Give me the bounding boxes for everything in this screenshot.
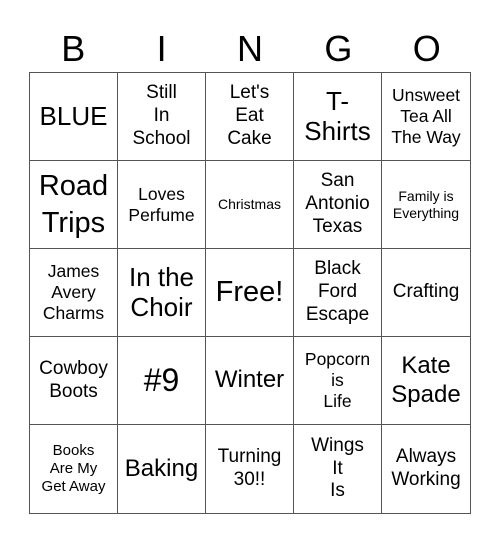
header-letter-n: N	[236, 28, 263, 69]
bingo-cell[interactable]: Winter	[206, 337, 294, 425]
cell-text: Crafting	[392, 281, 460, 303]
bingo-cell[interactable]: Turning 30!!	[206, 425, 294, 513]
cell-text: Road Trips	[38, 170, 109, 239]
cell-text: Let's Eat Cake	[227, 82, 272, 149]
bingo-cell[interactable]: Always Working	[382, 425, 470, 513]
header-letter-o: O	[412, 28, 441, 69]
bingo-cell[interactable]: Road Trips	[30, 161, 118, 249]
cell-text: Still In School	[132, 82, 191, 149]
cell-text: Free!	[215, 276, 284, 309]
cell-text: Cowboy Boots	[39, 357, 108, 402]
bingo-cell[interactable]: Black Ford Escape	[294, 249, 382, 337]
cell-text: Always Working	[391, 446, 461, 490]
cell-text: Popcorn is Life	[304, 349, 371, 411]
bingo-cell[interactable]: Let's Eat Cake	[206, 73, 294, 161]
bingo-cell[interactable]: Unsweet Tea All The Way	[382, 73, 470, 161]
cell-text: Christmas	[217, 196, 281, 213]
cell-text: BLUE	[39, 100, 108, 131]
free-space[interactable]: Free!	[206, 249, 294, 337]
bingo-cell[interactable]: Kate Spade	[382, 337, 470, 425]
header-letter-g: G	[324, 28, 353, 69]
bingo-cell[interactable]: Christmas	[206, 161, 294, 249]
bingo-cell[interactable]: Baking	[118, 425, 206, 513]
bingo-cell[interactable]: Popcorn is Life	[294, 337, 382, 425]
bingo-cell[interactable]: Still In School	[118, 73, 206, 161]
header-letter-b: B	[61, 28, 86, 69]
cell-text: T- Shirts	[304, 85, 371, 146]
bingo-cell[interactable]: Crafting	[382, 249, 470, 337]
header-letter-i: I	[156, 28, 167, 69]
bingo-cell[interactable]: Books Are My Get Away	[30, 425, 118, 513]
cell-text: In the Choir	[128, 261, 195, 322]
cell-text: James Avery Charms	[42, 261, 105, 323]
cell-text: Turning 30!!	[217, 446, 282, 490]
bingo-cell[interactable]: T- Shirts	[294, 73, 382, 161]
cell-text: #9	[143, 362, 180, 399]
bingo-cell[interactable]: Family is Everything	[382, 161, 470, 249]
bingo-cell[interactable]: #9	[118, 337, 206, 425]
cell-text: Winter	[214, 366, 285, 394]
cell-text: Kate Spade	[391, 351, 461, 408]
bingo-cell[interactable]: San Antonio Texas	[294, 161, 382, 249]
bingo-cell[interactable]: BLUE	[30, 73, 118, 161]
cell-text: Black Ford Escape	[305, 258, 370, 325]
cell-text: Unsweet Tea All The Way	[391, 85, 461, 147]
cell-text: Baking	[124, 454, 199, 482]
cell-text: Family is Everything	[392, 187, 460, 221]
bingo-cell[interactable]: Loves Perfume	[118, 161, 206, 249]
bingo-cell[interactable]: In the Choir	[118, 249, 206, 337]
cell-text: San Antonio Texas	[305, 170, 370, 237]
bingo-cell[interactable]: James Avery Charms	[30, 249, 118, 337]
cell-text: Loves Perfume	[128, 183, 195, 225]
bingo-cell[interactable]: Wings It Is	[294, 425, 382, 513]
bingo-board: BLUE Still In School Let's Eat Cake T- S…	[29, 72, 471, 514]
cell-text: Books Are My Get Away	[41, 442, 106, 495]
bingo-cell[interactable]: Cowboy Boots	[30, 337, 118, 425]
bingo-header: B I N G O	[29, 26, 471, 72]
cell-text: Wings It Is	[311, 434, 364, 502]
